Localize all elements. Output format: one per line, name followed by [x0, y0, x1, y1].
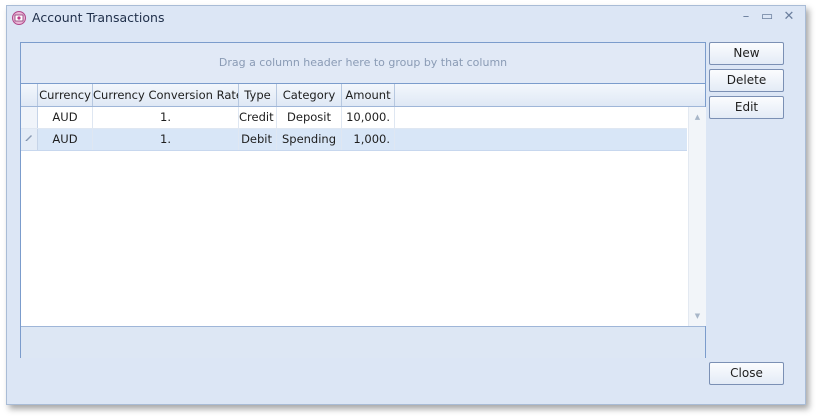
cell-currency[interactable]: AUD: [38, 107, 93, 128]
scroll-down-arrow-icon[interactable]: ▼: [689, 308, 706, 324]
edit-button[interactable]: Edit: [709, 96, 784, 119]
transactions-grid: Drag a column header here to group by th…: [20, 42, 706, 358]
account-transactions-window: Account Transactions – ▭ ✕ Drag a column…: [6, 5, 806, 405]
new-button[interactable]: New: [709, 42, 784, 65]
title-bar: Account Transactions – ▭ ✕: [7, 6, 805, 30]
grid-header: Currency Currency Conversion Rate Type C…: [21, 84, 705, 107]
maximize-icon[interactable]: ▭: [758, 8, 776, 26]
minimize-icon[interactable]: –: [737, 8, 755, 26]
column-header-amount[interactable]: Amount: [342, 84, 395, 106]
cell-type[interactable]: Debit: [239, 129, 277, 150]
grid-footer: [21, 326, 705, 358]
column-header-conversion-rate[interactable]: Currency Conversion Rate: [93, 84, 239, 106]
row-indicator[interactable]: [21, 129, 38, 150]
group-by-panel[interactable]: Drag a column header here to group by th…: [21, 43, 705, 84]
vertical-scrollbar[interactable]: ▲ ▼: [688, 107, 706, 326]
column-header-category[interactable]: Category: [277, 84, 342, 106]
cell-category[interactable]: Deposit: [277, 107, 342, 128]
cell-conversion-rate[interactable]: 1.: [93, 107, 239, 128]
cell-conversion-rate[interactable]: 1.: [93, 129, 239, 150]
scroll-up-arrow-icon[interactable]: ▲: [689, 109, 706, 125]
row-indicator[interactable]: [21, 107, 38, 128]
cell-amount[interactable]: 10,000.: [342, 107, 395, 128]
close-button[interactable]: Close: [709, 362, 784, 385]
app-icon: [12, 11, 26, 25]
table-row-selected[interactable]: AUD 1. Debit Spending 1,000.: [21, 129, 687, 151]
column-header-type[interactable]: Type: [239, 84, 277, 106]
cell-amount[interactable]: 1,000.: [342, 129, 395, 150]
cell-currency[interactable]: AUD: [38, 129, 93, 150]
column-header-currency[interactable]: Currency: [38, 84, 93, 106]
close-icon[interactable]: ✕: [780, 8, 798, 26]
window-title: Account Transactions: [32, 10, 165, 25]
row-indicator-header: [21, 84, 38, 106]
cell-type[interactable]: Credit: [239, 107, 277, 128]
table-row[interactable]: AUD 1. Credit Deposit 10,000.: [21, 107, 687, 129]
cell-category[interactable]: Spending: [277, 129, 342, 150]
delete-button[interactable]: Delete: [709, 69, 784, 92]
edit-pencil-icon: [25, 135, 32, 141]
